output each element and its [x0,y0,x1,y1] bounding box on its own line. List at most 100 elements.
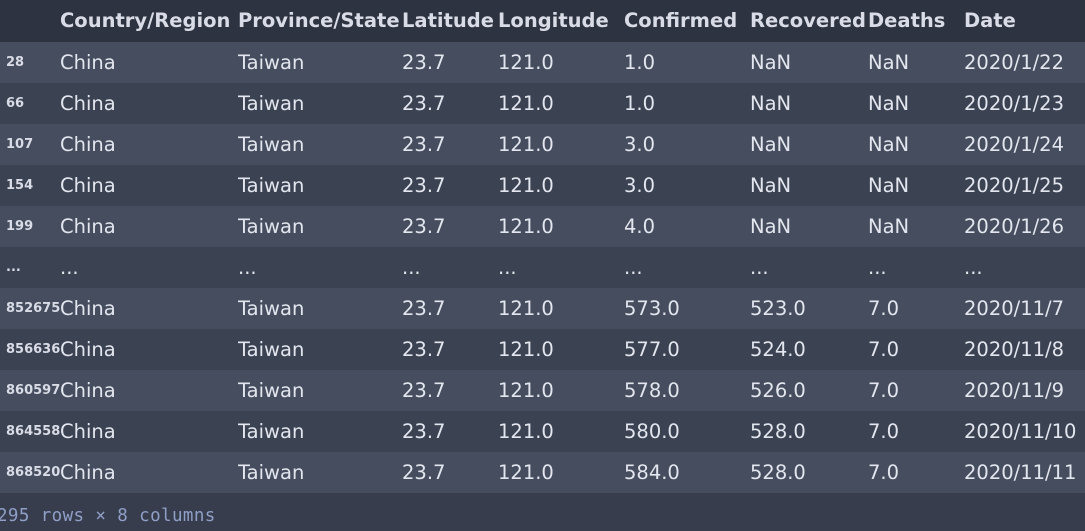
cell-country-region: China [60,92,116,115]
cell-country-region: ... [60,256,79,279]
cell-deaths: 7.0 [868,420,900,443]
cell-confirmed: 1.0 [624,51,656,74]
cell-longitude: ... [498,256,517,279]
cell-country-region: China [60,420,116,443]
cell-country-region: China [60,297,116,320]
cell-latitude: 23.7 [402,92,446,115]
cell-deaths: NaN [868,174,910,197]
row-index: 28 [6,55,25,70]
cell-latitude: 23.7 [402,133,446,156]
row-index: 868520 [6,465,60,480]
row-index: 66 [6,96,25,111]
cell-province-state: Taiwan [238,461,305,484]
table-body: 28 China Taiwan 23.7 121.0 1.0 NaN NaN 2… [0,42,1085,493]
cell-recovered: NaN [750,174,792,197]
cell-province-state: Taiwan [238,51,305,74]
cell-date: 2020/11/9 [964,379,1064,402]
cell-latitude: ... [402,256,421,279]
cell-date: ... [964,256,983,279]
cell-province-state: Taiwan [238,92,305,115]
row-index: 107 [6,137,34,152]
cell-country-region: China [60,133,116,156]
column-header-latitude[interactable]: Latitude [402,0,498,42]
cell-province-state: Taiwan [238,297,305,320]
dataframe-output: Country/Region Province/State Latitude L… [0,0,1085,531]
row-index: 860597 [6,383,60,398]
cell-province-state: Taiwan [238,379,305,402]
cell-recovered: NaN [750,133,792,156]
column-header-country-region[interactable]: Country/Region [60,0,238,42]
table-row: 864558 China Taiwan 23.7 121.0 580.0 528… [0,411,1085,452]
cell-confirmed: 580.0 [624,420,680,443]
row-index: 852675 [6,301,60,316]
cell-date: 2020/11/10 [964,420,1077,443]
cell-deaths: 7.0 [868,461,900,484]
dataframe-shape-caption: 295 rows × 8 columns [0,506,216,526]
cell-confirmed: 3.0 [624,174,656,197]
row-index: 856636 [6,342,60,357]
cell-deaths: NaN [868,51,910,74]
cell-longitude: 121.0 [498,174,554,197]
table-header: Country/Region Province/State Latitude L… [0,0,1085,42]
cell-recovered: 523.0 [750,297,806,320]
cell-country-region: China [60,215,116,238]
table-row: 66 China Taiwan 23.7 121.0 1.0 NaN NaN 2… [0,83,1085,124]
cell-deaths: 7.0 [868,379,900,402]
row-index: 864558 [6,424,60,439]
cell-recovered: NaN [750,215,792,238]
column-header-longitude[interactable]: Longitude [498,0,624,42]
cell-recovered: 528.0 [750,461,806,484]
cell-confirmed: ... [624,256,643,279]
column-header-confirmed[interactable]: Confirmed [624,0,750,42]
table-row: 860597 China Taiwan 23.7 121.0 578.0 526… [0,370,1085,411]
cell-date: 2020/1/22 [964,51,1064,74]
cell-latitude: 23.7 [402,174,446,197]
cell-recovered: NaN [750,51,792,74]
cell-date: 2020/11/11 [964,461,1077,484]
cell-country-region: China [60,338,116,361]
cell-longitude: 121.0 [498,338,554,361]
cell-recovered: ... [750,256,769,279]
cell-confirmed: 573.0 [624,297,680,320]
cell-latitude: 23.7 [402,379,446,402]
cell-province-state: Taiwan [238,174,305,197]
cell-confirmed: 4.0 [624,215,656,238]
cell-latitude: 23.7 [402,51,446,74]
table-row: 154 China Taiwan 23.7 121.0 3.0 NaN NaN … [0,165,1085,206]
cell-province-state: ... [238,256,257,279]
column-header-province-state[interactable]: Province/State [238,0,402,42]
cell-date: 2020/1/25 [964,174,1064,197]
cell-deaths: NaN [868,133,910,156]
cell-date: 2020/1/24 [964,133,1064,156]
cell-confirmed: 578.0 [624,379,680,402]
table-row: 852675 China Taiwan 23.7 121.0 573.0 523… [0,288,1085,329]
header-row: Country/Region Province/State Latitude L… [0,0,1085,42]
cell-longitude: 121.0 [498,215,554,238]
cell-recovered: 528.0 [750,420,806,443]
cell-date: 2020/11/7 [964,297,1064,320]
table-row-ellipsis: ... ... ... ... ... ... ... ... ... [0,247,1085,288]
column-header-deaths[interactable]: Deaths [868,0,964,42]
cell-deaths: ... [868,256,887,279]
cell-country-region: China [60,379,116,402]
cell-recovered: NaN [750,92,792,115]
cell-country-region: China [60,461,116,484]
cell-province-state: Taiwan [238,215,305,238]
column-header-date[interactable]: Date [964,0,1085,42]
row-index: 199 [6,219,34,234]
row-index: ... [6,260,21,275]
cell-country-region: China [60,174,116,197]
cell-longitude: 121.0 [498,92,554,115]
cell-longitude: 121.0 [498,133,554,156]
table-row: 28 China Taiwan 23.7 121.0 1.0 NaN NaN 2… [0,42,1085,83]
cell-latitude: 23.7 [402,420,446,443]
cell-deaths: NaN [868,215,910,238]
cell-latitude: 23.7 [402,297,446,320]
cell-deaths: 7.0 [868,297,900,320]
cell-recovered: 526.0 [750,379,806,402]
cell-longitude: 121.0 [498,297,554,320]
cell-province-state: Taiwan [238,133,305,156]
column-header-recovered[interactable]: Recovered [750,0,868,42]
cell-deaths: 7.0 [868,338,900,361]
table-row: 868520 China Taiwan 23.7 121.0 584.0 528… [0,452,1085,493]
